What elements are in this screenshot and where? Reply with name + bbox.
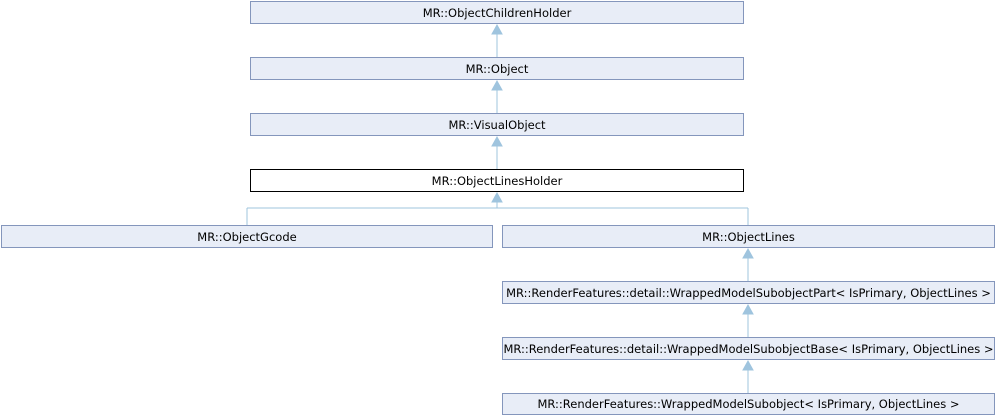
- node-object[interactable]: MR::Object: [250, 57, 744, 80]
- arrowhead-lines: [742, 247, 754, 259]
- node-wrapped-model-subobject-part[interactable]: MR::RenderFeatures::detail::WrappedModel…: [502, 281, 995, 304]
- arrowhead-wrapped-part: [742, 303, 754, 315]
- node-wrapped-model-subobject[interactable]: MR::RenderFeatures::WrappedModelSubobjec…: [502, 393, 995, 415]
- arrowhead-lines-holder: [491, 191, 503, 203]
- arrowhead-visual-object: [491, 135, 503, 147]
- node-object-children-holder[interactable]: MR::ObjectChildrenHolder: [250, 1, 744, 24]
- inheritance-diagram: MR::ObjectChildrenHolder MR::Object MR::…: [0, 0, 996, 416]
- node-object-gcode[interactable]: MR::ObjectGcode: [1, 225, 493, 248]
- node-object-lines-holder-current: MR::ObjectLinesHolder: [250, 169, 744, 192]
- arrowhead-object: [491, 79, 503, 91]
- arrowhead-wrapped-base: [742, 359, 754, 371]
- node-visual-object[interactable]: MR::VisualObject: [250, 113, 744, 136]
- arrowhead-children-holder: [491, 23, 503, 35]
- node-object-lines[interactable]: MR::ObjectLines: [502, 225, 995, 248]
- node-wrapped-model-subobject-base[interactable]: MR::RenderFeatures::detail::WrappedModel…: [502, 337, 995, 360]
